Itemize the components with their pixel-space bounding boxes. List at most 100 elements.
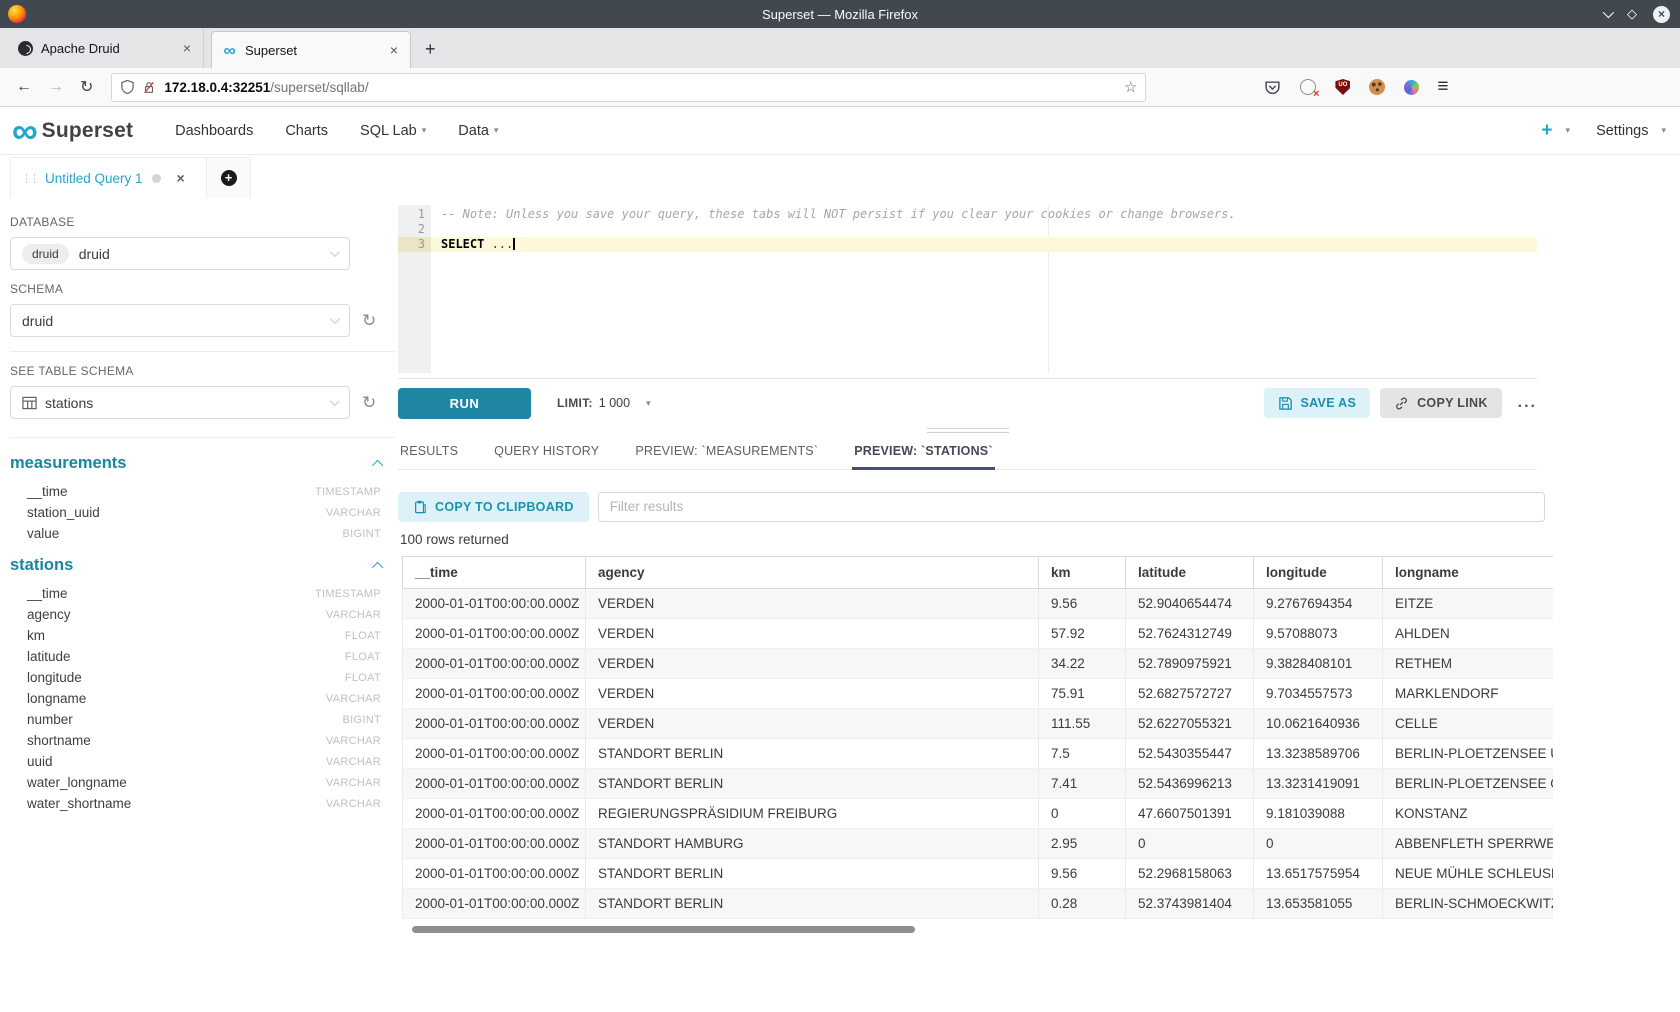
ublock-origin-icon[interactable]	[1335, 79, 1350, 95]
add-new-button[interactable]: +	[1541, 120, 1552, 142]
chevron-up-icon[interactable]	[372, 561, 383, 572]
table-row[interactable]: 2000-01-01T00:00:00.000ZSTANDORT BERLIN9…	[403, 859, 1554, 889]
sql-keyword: SELECT	[441, 237, 484, 251]
limit-value[interactable]: 1 000	[599, 396, 630, 410]
save-as-button[interactable]: SAVE AS	[1264, 388, 1371, 418]
see-table-schema-label: SEE TABLE SCHEMA	[10, 364, 395, 378]
refresh-schema-icon[interactable]: ↻	[362, 311, 376, 331]
schema-card-header[interactable]: measurements	[10, 454, 395, 473]
editor-code-area[interactable]: -- Note: Unless you save your query, the…	[431, 205, 1537, 373]
back-icon[interactable]: ←	[16, 78, 32, 96]
database-select[interactable]: druid druid	[10, 237, 350, 270]
results-controls: COPY TO CLIPBOARD	[398, 491, 1545, 522]
new-tab-button[interactable]: +	[425, 39, 436, 60]
column-name: water_shortname	[27, 796, 131, 811]
column-header-km[interactable]: km	[1039, 557, 1126, 589]
url-path: /superset/sqllab/	[270, 80, 368, 95]
chevron-down-icon	[330, 396, 340, 406]
column-row: uuidVARCHAR	[10, 751, 395, 772]
more-actions-button[interactable]: ...	[1518, 398, 1537, 408]
drag-handle-icon[interactable]: ⋮⋮	[21, 172, 37, 185]
insecure-lock-icon[interactable]	[142, 80, 156, 95]
column-header-agency[interactable]: agency	[586, 557, 1039, 589]
hamburger-menu-icon[interactable]: ≡	[1437, 76, 1448, 98]
table-select[interactable]: stations	[10, 386, 350, 419]
table-cell: 75.91	[1039, 679, 1126, 709]
link-icon	[1394, 396, 1409, 411]
table-cell: 13.3231419091	[1254, 769, 1383, 799]
copy-link-button[interactable]: COPY LINK	[1380, 388, 1502, 418]
table-row[interactable]: 2000-01-01T00:00:00.000ZSTANDORT HAMBURG…	[403, 829, 1554, 859]
extension-sparkle-icon[interactable]	[1404, 80, 1419, 95]
table-row[interactable]: 2000-01-01T00:00:00.000ZVERDEN75.9152.68…	[403, 679, 1554, 709]
nav-item-charts[interactable]: Charts	[269, 123, 344, 139]
horizontal-scrollbar[interactable]	[412, 926, 915, 933]
query-tab-close-icon[interactable]: ×	[177, 170, 185, 186]
chevron-up-icon[interactable]	[372, 459, 383, 470]
window-close-icon[interactable]: ×	[1653, 6, 1670, 23]
column-header-latitude[interactable]: latitude	[1126, 557, 1254, 589]
nav-item-dashboards[interactable]: Dashboards	[159, 123, 269, 139]
run-button[interactable]: RUN	[398, 388, 531, 419]
save-as-label: SAVE AS	[1301, 396, 1357, 410]
table-cell: 2000-01-01T00:00:00.000Z	[403, 739, 586, 769]
add-query-tab-button[interactable]: +	[207, 157, 251, 198]
column-name: water_longname	[27, 775, 127, 790]
sql-editor[interactable]: 1 2 3 -- Note: Unless you save your quer…	[398, 205, 1537, 373]
forward-icon[interactable]: →	[48, 78, 64, 96]
schema-select[interactable]: druid	[10, 304, 350, 337]
column-header-longname[interactable]: longname	[1383, 557, 1554, 589]
copy-to-clipboard-button[interactable]: COPY TO CLIPBOARD	[398, 492, 589, 522]
nav-item-data[interactable]: Data▾	[442, 123, 514, 139]
table-row[interactable]: 2000-01-01T00:00:00.000ZVERDEN9.5652.904…	[403, 589, 1554, 619]
results-tab-query-history[interactable]: QUERY HISTORY	[492, 436, 601, 470]
table-cell: 111.55	[1039, 709, 1126, 739]
table-row[interactable]: 2000-01-01T00:00:00.000ZSTANDORT BERLIN7…	[403, 769, 1554, 799]
table-row[interactable]: 2000-01-01T00:00:00.000ZVERDEN57.9252.76…	[403, 619, 1554, 649]
results-tab-results[interactable]: RESULTS	[398, 436, 460, 470]
results-tab-preview-measurements[interactable]: PREVIEW: `MEASUREMENTS`	[633, 436, 820, 470]
refresh-table-icon[interactable]: ↻	[362, 393, 376, 413]
browser-tab-apache-druid[interactable]: Apache Druid ×	[8, 28, 204, 68]
table-row[interactable]: 2000-01-01T00:00:00.000ZSTANDORT BERLIN0…	[403, 889, 1554, 919]
tab-close-icon[interactable]: ×	[388, 42, 400, 58]
settings-menu[interactable]: Settings	[1596, 123, 1648, 139]
query-tab-untitled[interactable]: ⋮⋮ Untitled Query 1 ×	[10, 157, 207, 198]
table-row[interactable]: 2000-01-01T00:00:00.000ZSTANDORT BERLIN7…	[403, 739, 1554, 769]
add-new-caret-icon[interactable]: ▾	[1566, 125, 1571, 136]
line-number: 2	[418, 222, 425, 236]
extension-globe-icon[interactable]	[1300, 79, 1316, 95]
results-table-container[interactable]: __timeagencykmlatitudelongitudelongname …	[402, 556, 1553, 920]
schema-table-name[interactable]: measurements	[10, 454, 126, 473]
schema-card-header[interactable]: stations	[10, 556, 395, 575]
tab-close-icon[interactable]: ×	[181, 40, 193, 56]
pane-splitter[interactable]	[398, 427, 1537, 435]
table-row[interactable]: 2000-01-01T00:00:00.000ZVERDEN34.2252.78…	[403, 649, 1554, 679]
pocket-icon[interactable]	[1264, 79, 1281, 96]
cookie-extension-icon[interactable]	[1369, 79, 1385, 95]
column-header-__time[interactable]: __time	[403, 557, 586, 589]
table-cell: 2000-01-01T00:00:00.000Z	[403, 709, 586, 739]
filter-results-input[interactable]	[598, 492, 1545, 522]
browser-tab-superset[interactable]: ∞ Superset ×	[211, 31, 411, 68]
column-header-longitude[interactable]: longitude	[1254, 557, 1383, 589]
window-minimize-icon[interactable]	[1603, 7, 1614, 18]
splitter-handle-icon[interactable]	[927, 427, 1009, 435]
reload-icon[interactable]: ↻	[80, 77, 93, 97]
table-cell: 13.6517575954	[1254, 859, 1383, 889]
bookmark-star-icon[interactable]: ☆	[1124, 78, 1137, 96]
editor-toolbar-separator	[398, 378, 1537, 379]
window-maximize-icon[interactable]: ◇	[1627, 6, 1637, 22]
url-bar[interactable]: 172.18.0.4:32251/superset/sqllab/ ☆	[111, 73, 1146, 102]
nav-item-sql-lab[interactable]: SQL Lab▾	[344, 123, 442, 139]
schema-table-name[interactable]: stations	[10, 556, 73, 575]
table-row[interactable]: 2000-01-01T00:00:00.000ZVERDEN111.5552.6…	[403, 709, 1554, 739]
table-grid-icon	[22, 396, 37, 410]
table-cell: 52.7890975921	[1126, 649, 1254, 679]
table-row[interactable]: 2000-01-01T00:00:00.000ZREGIERUNGSPRÄSID…	[403, 799, 1554, 829]
superset-logo[interactable]: ∞ Superset	[12, 116, 133, 146]
results-tab-preview-stations[interactable]: PREVIEW: `STATIONS`	[852, 436, 995, 470]
shield-icon[interactable]	[120, 79, 135, 95]
limit-caret-icon[interactable]: ▾	[646, 398, 651, 409]
database-badge: druid	[22, 244, 69, 264]
